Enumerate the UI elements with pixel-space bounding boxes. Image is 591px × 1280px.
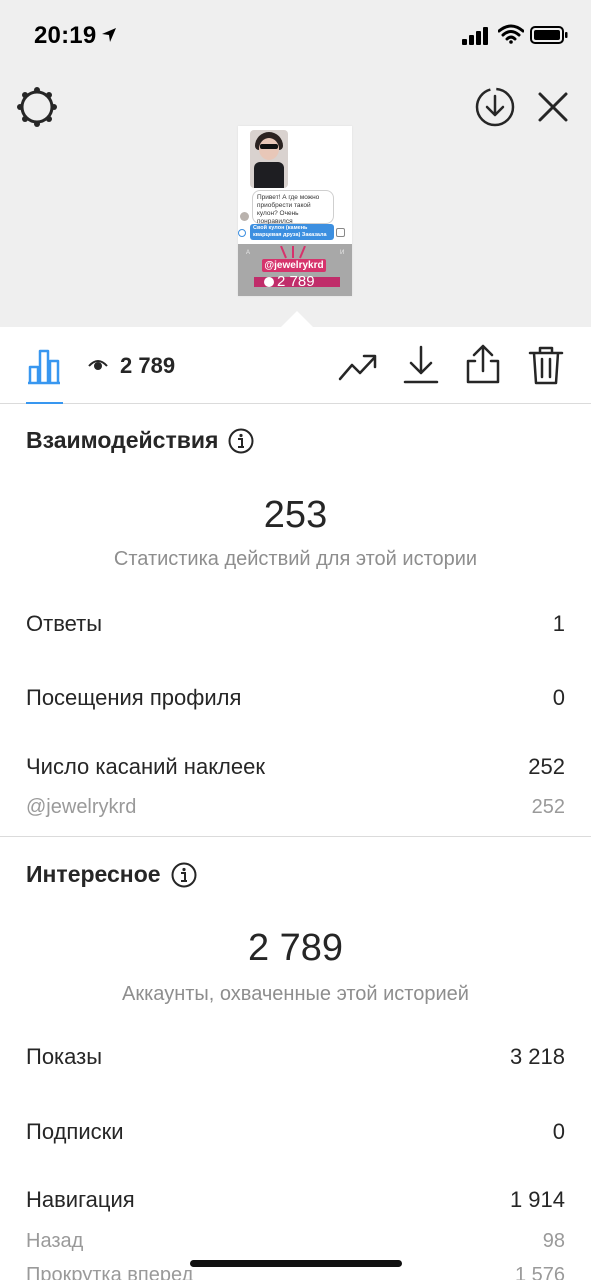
thumbnail-pointer (280, 311, 314, 328)
section-divider (0, 836, 591, 837)
stat-row-follows: Подписки 0 (26, 1119, 565, 1145)
stat-value: 0 (552, 1119, 565, 1144)
story-message-bubble: Привет! А где можно приобрести такой кул… (252, 190, 334, 225)
interactions-title-text: Взаимодействия (26, 427, 219, 453)
stat-label: Показы (26, 1044, 103, 1069)
story-thumbnail[interactable]: Привет! А где можно приобрести такой кул… (238, 126, 352, 296)
close-icon[interactable] (534, 88, 572, 126)
discovery-section-title: Интересное (26, 861, 197, 888)
stat-label: Навигация (26, 1187, 135, 1212)
story-toolbar: 2 789 (0, 327, 591, 404)
discovery-total: 2 789 (247, 927, 344, 969)
info-icon[interactable] (171, 862, 197, 888)
stat-sub-label: Назад (26, 1230, 84, 1252)
save-story-icon[interactable] (474, 86, 516, 128)
settings-gear-icon[interactable] (16, 86, 58, 128)
discovery-title-text: Интересное (26, 861, 161, 887)
delete-trash-icon[interactable] (528, 345, 564, 385)
home-indicator[interactable] (190, 1260, 402, 1267)
status-bar: 20:19 (0, 0, 591, 70)
stat-label: Ответы (26, 611, 103, 636)
viewers-count[interactable]: 2 789 (120, 353, 175, 379)
eye-icon (88, 360, 108, 370)
story-reply-bubble: Свой кулон (камень кварцевая друза) Зака… (250, 224, 334, 245)
stat-subrow-sticker-mention: @jewelrykrd 252 (26, 796, 565, 819)
stat-value: 3 218 (509, 1044, 565, 1069)
stat-row-navigation: Навигация 1 914 (26, 1187, 565, 1213)
stat-sub-value: 98 (542, 1230, 565, 1252)
story-views-count: 2 789 (277, 273, 315, 290)
status-time: 20:19 (34, 22, 97, 49)
interactions-section-title: Взаимодействия (26, 427, 254, 454)
stat-row-replies: Ответы 1 (26, 611, 565, 637)
promote-trend-icon[interactable] (338, 349, 378, 383)
story-avatar (240, 212, 249, 221)
wifi-icon (498, 24, 524, 44)
story-arrows-icon (280, 246, 306, 259)
stat-label: Число касаний наклеек (26, 754, 265, 779)
story-photo (250, 130, 288, 188)
story-keyboard-key: И (340, 250, 345, 256)
cellular-signal-icon (462, 27, 488, 45)
interactions-caption: Статистика действий для этой истории (113, 548, 478, 570)
share-icon[interactable] (464, 343, 502, 385)
stat-value: 1 914 (509, 1187, 565, 1212)
interactions-total: 253 (263, 494, 328, 536)
stat-row-profile-visits: Посещения профиля 0 (26, 685, 565, 711)
story-header-area: 20:19 Привет! А где можно приобрести так… (0, 0, 591, 328)
active-tab-indicator (26, 402, 63, 404)
stat-value: 1 (552, 611, 565, 636)
story-gallery-icon (336, 228, 345, 237)
insights-chart-icon[interactable] (26, 347, 62, 385)
stat-row-sticker-taps: Число касаний наклеек 252 (26, 754, 565, 780)
location-arrow-icon (102, 28, 116, 42)
story-views-overlay: 2 789 (264, 273, 315, 291)
stat-value: 0 (552, 685, 565, 710)
stat-sub-value: 1 576 (514, 1264, 565, 1280)
stat-label: Подписки (26, 1119, 124, 1144)
stat-sub-value: 252 (531, 796, 565, 818)
discovery-caption: Аккаунты, охваченные этой историей (122, 983, 469, 1005)
stat-row-impressions: Показы 3 218 (26, 1044, 565, 1070)
stat-value: 252 (528, 754, 565, 779)
info-icon[interactable] (228, 428, 254, 454)
eye-icon (264, 277, 274, 287)
stat-sub-label: Прокрутка вперед (26, 1264, 194, 1280)
stat-label: Посещения профиля (26, 685, 242, 710)
stat-sub-label: @jewelrykrd (26, 796, 137, 818)
battery-icon (530, 26, 568, 44)
story-camera-icon (238, 229, 246, 237)
stat-subrow-back: Назад 98 (26, 1230, 565, 1253)
story-keyboard-key: A (246, 250, 251, 256)
download-icon[interactable] (402, 345, 440, 385)
story-mention-sticker: @jewelrykrd (262, 259, 326, 272)
